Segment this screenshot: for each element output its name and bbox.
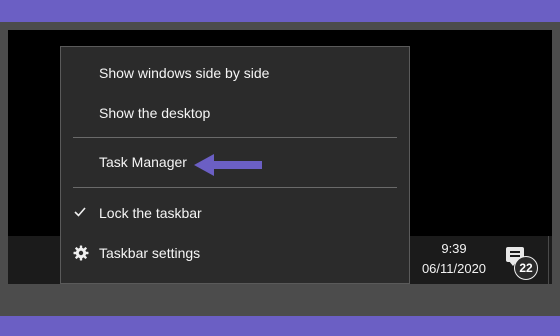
menu-item-show-desktop[interactable]: Show the desktop xyxy=(61,95,409,131)
menu-item-label: Lock the taskbar xyxy=(99,205,202,221)
annotation-arrow-icon xyxy=(194,154,262,176)
gear-icon xyxy=(73,245,89,261)
show-desktop-divider[interactable] xyxy=(548,236,549,284)
menu-item-label: Taskbar settings xyxy=(99,245,201,261)
notification-count-badge: 22 xyxy=(514,256,538,280)
bottom-color-band xyxy=(0,316,560,336)
menu-item-lock-taskbar[interactable]: Lock the taskbar xyxy=(61,195,409,231)
action-center-button[interactable]: 22 xyxy=(502,244,542,280)
menu-separator xyxy=(73,137,397,138)
taskbar-clock[interactable]: 9:39 06/11/2020 xyxy=(412,236,496,284)
check-icon xyxy=(74,207,86,217)
clock-date: 06/11/2020 xyxy=(421,261,487,276)
menu-item-label: Show windows side by side xyxy=(99,65,270,81)
clock-time: 9:39 xyxy=(441,241,467,256)
top-color-band xyxy=(0,0,560,22)
menu-item-label: Task Manager xyxy=(99,154,187,170)
menu-item-label: Show the desktop xyxy=(99,105,211,121)
menu-separator xyxy=(73,187,397,188)
menu-item-show-windows-side-by-side[interactable]: Show windows side by side xyxy=(61,55,409,91)
menu-item-taskbar-settings[interactable]: Taskbar settings xyxy=(61,235,409,271)
